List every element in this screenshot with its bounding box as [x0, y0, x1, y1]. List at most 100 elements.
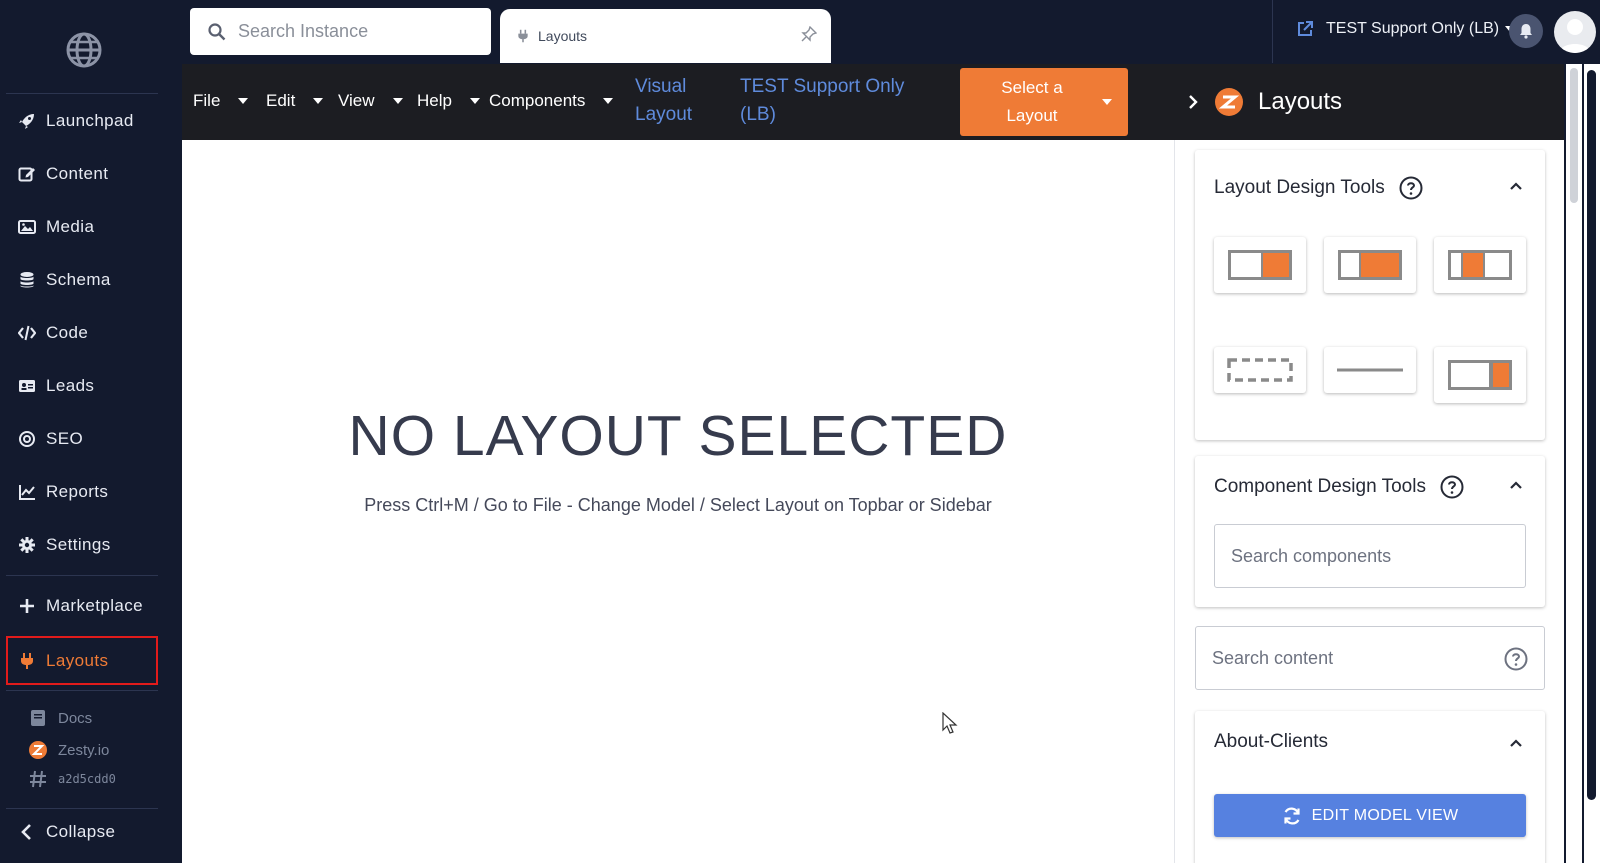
- menu-file[interactable]: File: [193, 91, 249, 111]
- chevron-up-icon[interactable]: [1509, 181, 1523, 191]
- layout-tool-split-narrow[interactable]: [1434, 347, 1526, 403]
- page-scrollbar[interactable]: [1584, 64, 1600, 863]
- instance-link[interactable]: TEST Support Only (LB): [740, 73, 904, 129]
- sidebar-instance-hash[interactable]: a2d5cdd0: [28, 769, 116, 789]
- menu-components[interactable]: Components: [489, 91, 614, 111]
- visual-layout-link[interactable]: Visual Layout: [635, 73, 692, 129]
- instance-link-line2: (LB): [740, 104, 776, 125]
- hash-icon: [28, 769, 48, 789]
- sidebar-collapse-button[interactable]: Collapse: [6, 810, 158, 854]
- menu-file-label: File: [193, 91, 221, 110]
- layout-design-tools-card: Layout Design Tools: [1195, 150, 1545, 440]
- instance-switcher[interactable]: TEST Support Only (LB): [1296, 20, 1516, 38]
- right-panel-title: Layouts: [1258, 88, 1343, 115]
- sidebar-item-label: Content: [46, 164, 109, 183]
- visual-layout-line1: Visual: [635, 76, 687, 97]
- chevron-up-icon[interactable]: [1509, 480, 1523, 490]
- right-panel-scroll-thumb[interactable]: [1570, 68, 1578, 203]
- split-wide-icon: [1338, 250, 1402, 280]
- sidebar-item-label: Marketplace: [46, 596, 143, 615]
- sidebar-divider: [6, 93, 158, 94]
- sidebar-item-reports[interactable]: Reports: [6, 470, 158, 514]
- chart-line-icon: [18, 483, 36, 501]
- component-design-tools-title: Component Design Tools: [1214, 476, 1426, 497]
- sidebar-link-zesty[interactable]: Zesty.io: [28, 740, 109, 760]
- about-clients-card: About-Clients EDIT MODEL VIEW: [1195, 711, 1545, 863]
- sidebar-divider: [6, 575, 158, 576]
- layout-tool-placeholder[interactable]: [1214, 347, 1306, 393]
- plus-icon: [18, 597, 36, 615]
- chevron-down-icon: [238, 98, 249, 104]
- sidebar-item-label: Reports: [46, 482, 109, 501]
- edit-model-view-button[interactable]: EDIT MODEL VIEW: [1214, 794, 1526, 837]
- hash-label: a2d5cdd0: [58, 772, 116, 786]
- sidebar-item-settings[interactable]: Settings: [6, 523, 158, 567]
- sidebar-link-docs[interactable]: Docs: [28, 708, 92, 728]
- sidebar-item-schema[interactable]: Schema: [6, 258, 158, 302]
- sidebar-item-label: SEO: [46, 429, 84, 448]
- sidebar-item-leads[interactable]: Leads: [6, 364, 158, 408]
- avatar[interactable]: [1554, 11, 1596, 53]
- right-panel-scrollbar[interactable]: [1566, 64, 1582, 863]
- notifications-button[interactable]: [1509, 14, 1543, 48]
- search-content-placeholder: Search content: [1212, 647, 1334, 668]
- split-narrow-icon: [1448, 360, 1512, 390]
- layout-tool-split-wide[interactable]: [1324, 237, 1416, 293]
- search-components-input[interactable]: Search components: [1214, 524, 1526, 588]
- chevron-down-icon: [313, 98, 324, 104]
- layout-tool-split-right[interactable]: [1214, 237, 1306, 293]
- layout-design-tools-header[interactable]: Layout Design Tools: [1214, 176, 1423, 200]
- chevron-down-icon: [1102, 99, 1112, 105]
- menu-help-label: Help: [417, 91, 452, 110]
- help-icon[interactable]: [1399, 176, 1423, 200]
- sidebar-item-marketplace[interactable]: Marketplace: [6, 584, 158, 628]
- component-design-tools-header[interactable]: Component Design Tools: [1214, 475, 1464, 499]
- sidebar-item-media[interactable]: Media: [6, 205, 158, 249]
- dashed-box-icon: [1227, 358, 1293, 382]
- about-clients-title: About-Clients: [1214, 731, 1329, 752]
- menu-help[interactable]: Help: [417, 91, 480, 111]
- layout-tool-three-col[interactable]: [1434, 237, 1526, 293]
- sidebar-item-launchpad[interactable]: Launchpad: [6, 99, 158, 143]
- chevron-down-icon: [392, 98, 403, 104]
- target-icon: [18, 430, 36, 448]
- tab-layouts[interactable]: Layouts: [500, 9, 831, 63]
- zesty-logo-icon: [1215, 88, 1243, 116]
- sidebar-item-code[interactable]: Code: [6, 311, 158, 355]
- id-card-icon: [18, 377, 36, 395]
- globe-logo-icon[interactable]: [66, 32, 102, 68]
- menu-edit[interactable]: Edit: [266, 91, 324, 111]
- code-icon: [18, 324, 36, 342]
- menu-components-label: Components: [489, 91, 586, 110]
- search-instance-input[interactable]: Search Instance: [190, 8, 491, 55]
- search-components-placeholder: Search components: [1231, 545, 1392, 566]
- pin-icon[interactable]: [801, 26, 817, 42]
- help-icon[interactable]: [1504, 647, 1528, 671]
- about-clients-header[interactable]: About-Clients: [1214, 731, 1328, 753]
- layout-tool-divider[interactable]: [1324, 347, 1416, 393]
- search-content-input[interactable]: Search content: [1195, 626, 1545, 690]
- instance-name-label: TEST Support Only (LB): [1326, 20, 1500, 37]
- external-link-icon[interactable]: [1296, 20, 1314, 38]
- menu-view-label: View: [338, 91, 375, 110]
- help-icon[interactable]: [1440, 475, 1464, 499]
- sidebar-item-content[interactable]: Content: [6, 152, 158, 196]
- chevron-up-icon[interactable]: [1509, 738, 1523, 748]
- search-instance-placeholder: Search Instance: [238, 21, 369, 41]
- sidebar-item-seo[interactable]: SEO: [6, 417, 158, 461]
- sidebar-item-label: Leads: [46, 376, 95, 395]
- select-layout-button[interactable]: Select a Layout: [960, 68, 1128, 136]
- chevron-right-icon[interactable]: [1186, 94, 1200, 110]
- page-scroll-thumb[interactable]: [1587, 70, 1596, 800]
- layout-canvas[interactable]: NO LAYOUT SELECTED Press Ctrl+M / Go to …: [182, 140, 1174, 863]
- sidebar: Launchpad Content Media Schema Code Lead…: [0, 0, 180, 863]
- sidebar-item-layouts[interactable]: Layouts: [6, 636, 158, 685]
- sidebar-item-label: Settings: [46, 535, 111, 554]
- menu-view[interactable]: View: [338, 91, 403, 111]
- instance-link-line1: TEST Support Only: [740, 76, 905, 97]
- plug-icon: [18, 652, 36, 670]
- tab-label: Layouts: [538, 28, 588, 44]
- right-panel-header: Layouts: [1174, 64, 1564, 140]
- no-layout-subtitle: Press Ctrl+M / Go to File - Change Model…: [364, 495, 992, 515]
- bell-icon: [1520, 24, 1532, 39]
